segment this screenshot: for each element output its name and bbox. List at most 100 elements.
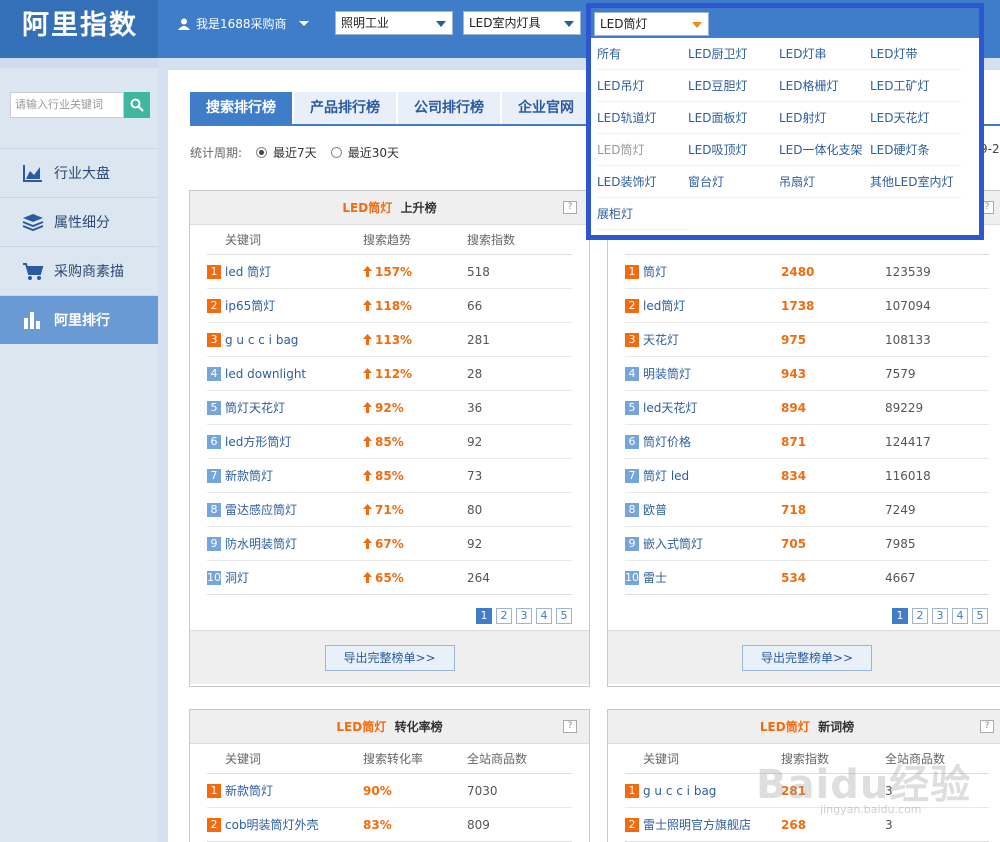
keyword-link[interactable]: led方形筒灯 <box>225 433 291 450</box>
keyword-link[interactable]: 雷士 <box>643 569 667 586</box>
keyword-link[interactable]: g u c c i bag <box>643 784 716 798</box>
count-cell: 7030 <box>467 783 498 798</box>
page-button[interactable]: 1 <box>892 608 908 624</box>
table-row: 8 欧普 718 7249 <box>625 493 989 527</box>
keyword-link[interactable]: cob明装筒灯外壳 <box>225 816 319 833</box>
metric-cell: 943 <box>781 367 885 381</box>
keyword-link[interactable]: 筒灯 led <box>643 467 689 484</box>
export-button[interactable]: 导出完整榜单>> <box>324 644 455 671</box>
keyword-link[interactable]: ip65筒灯 <box>225 297 275 314</box>
keyword-link[interactable]: 明装筒灯 <box>643 365 691 382</box>
keyword-link[interactable]: led筒灯 <box>643 297 685 314</box>
search-button[interactable] <box>124 92 150 118</box>
page-button[interactable]: 3 <box>932 608 948 624</box>
panel-title: 新词榜 <box>818 720 855 734</box>
radio-7days[interactable] <box>256 147 268 158</box>
table-row: 10 雷士 534 4667 <box>625 561 989 595</box>
table-row: 9 防水明装筒灯 67% 92 <box>207 527 572 561</box>
page-button[interactable]: 1 <box>476 608 492 624</box>
sidebar-item-attributes[interactable]: 属性细分 <box>0 197 158 246</box>
metric-value: 67% <box>375 536 404 551</box>
keyword-link[interactable]: led downlight <box>225 367 306 381</box>
keyword-link[interactable]: 筒灯天花灯 <box>225 399 285 416</box>
category-select[interactable]: LED室内灯具 <box>463 11 581 35</box>
sidebar-item-ranking[interactable]: 阿里排行 <box>0 295 158 344</box>
help-icon[interactable]: ? <box>980 720 994 733</box>
search-input[interactable]: 请输入行业关键词 <box>10 92 124 118</box>
page-button[interactable]: 5 <box>556 608 572 624</box>
subcategory-option[interactable]: 其他LED室内灯 <box>870 166 961 198</box>
subcategory-option[interactable]: LED硬灯条 <box>870 134 961 166</box>
page-button[interactable]: 5 <box>972 608 988 624</box>
keyword-link[interactable]: 雷士照明官方旗舰店 <box>643 816 751 833</box>
subcategory-option[interactable]: LED装饰灯 <box>597 166 688 198</box>
keyword-link[interactable]: 天花灯 <box>643 331 679 348</box>
subcategory-option[interactable]: LED轨道灯 <box>597 102 688 134</box>
keyword-link[interactable]: 新款筒灯 <box>225 782 273 799</box>
keyword-link[interactable]: g u c c i bag <box>225 333 298 347</box>
page-button[interactable]: 2 <box>912 608 928 624</box>
subcategory-option[interactable]: LED豆胆灯 <box>688 70 779 102</box>
keyword-cell: 7 筒灯 led <box>625 467 781 484</box>
metric-value: 83% <box>363 817 392 832</box>
radio-7days-label[interactable]: 最近7天 <box>273 144 317 161</box>
keyword-cell: 10 洞灯 <box>207 569 363 586</box>
page-button[interactable]: 3 <box>516 608 532 624</box>
help-icon[interactable]: ? <box>563 201 577 214</box>
subcategory-select[interactable]: LED筒灯 <box>594 12 709 36</box>
subcategory-option[interactable]: 窗台灯 <box>688 166 779 198</box>
metric-value: 834 <box>781 468 807 483</box>
subcategory-option[interactable]: 吊扇灯 <box>779 166 870 198</box>
radio-30days[interactable] <box>330 147 342 158</box>
subcategory-option[interactable]: LED吊灯 <box>597 70 688 102</box>
keyword-link[interactable]: 防水明装筒灯 <box>225 535 297 552</box>
keyword-link[interactable]: 欧普 <box>643 501 667 518</box>
tab-search-ranking[interactable]: 搜索排行榜 <box>190 92 292 124</box>
subcategory-option[interactable]: LED厨卫灯 <box>688 38 779 70</box>
keyword-link[interactable]: 筒灯价格 <box>643 433 691 450</box>
keyword-link[interactable]: led 筒灯 <box>225 263 271 280</box>
help-icon[interactable]: ? <box>563 720 577 733</box>
metric-cell: 85% <box>363 469 467 483</box>
tab-company-website[interactable]: 企业官网 <box>502 92 590 124</box>
metric-cell: 718 <box>781 503 885 517</box>
subcategory-option[interactable]: LED灯串 <box>779 38 870 70</box>
page-button[interactable]: 4 <box>536 608 552 624</box>
subcategory-option[interactable]: LED面板灯 <box>688 102 779 134</box>
keyword-link[interactable]: 筒灯 <box>643 263 667 280</box>
subcategory-option[interactable]: LED吸顶灯 <box>688 134 779 166</box>
metric-cell: 90% <box>363 784 467 798</box>
keyword-cell: 4 明装筒灯 <box>625 365 781 382</box>
subcategory-option[interactable]: LED格栅灯 <box>779 70 870 102</box>
sidebar-item-industry[interactable]: 行业大盘 <box>0 148 158 197</box>
new-words-panel: LED筒灯 新词榜 ? 关键词 搜索指数 全站商品数 1 g u c c i ba… <box>607 709 1000 842</box>
export-button[interactable]: 导出完整榜单>> <box>742 644 872 671</box>
keyword-link[interactable]: 雷达感应筒灯 <box>225 501 297 518</box>
keyword-link[interactable]: 新款筒灯 <box>225 467 273 484</box>
subcategory-option[interactable]: 所有 <box>597 38 688 70</box>
subcategory-option[interactable]: LED射灯 <box>779 102 870 134</box>
keyword-link[interactable]: 嵌入式筒灯 <box>643 535 703 552</box>
keyword-cell: 1 g u c c i bag <box>625 783 781 798</box>
sidebar-item-buyers[interactable]: 采购商素描 <box>0 246 158 295</box>
industry-select[interactable]: 照明工业 <box>335 11 453 35</box>
page-button[interactable]: 2 <box>496 608 512 624</box>
tab-product-ranking[interactable]: 产品排行榜 <box>294 92 396 124</box>
subcategory-option[interactable]: 展柜灯 <box>597 198 688 230</box>
subcategory-option[interactable]: LED灯带 <box>870 38 961 70</box>
subcategory-option[interactable]: LED筒灯 <box>597 134 688 166</box>
tab-company-ranking[interactable]: 公司排行榜 <box>398 92 500 124</box>
subcategory-option[interactable]: LED工矿灯 <box>870 70 961 102</box>
column-header: 关键词 <box>643 752 680 766</box>
metric-value: 1738 <box>781 298 815 313</box>
logo[interactable]: 阿里指数 <box>0 0 158 58</box>
keyword-link[interactable]: led天花灯 <box>643 399 697 416</box>
subcategory-option[interactable]: LED天花灯 <box>870 102 961 134</box>
user-menu[interactable]: 我是1688采购商 <box>178 15 309 32</box>
subcategory-option[interactable]: LED一体化支架 <box>779 134 870 166</box>
keyword-link[interactable]: 洞灯 <box>225 569 249 586</box>
page-button[interactable]: 4 <box>952 608 968 624</box>
rank-badge: 8 <box>207 502 221 517</box>
radio-30days-label[interactable]: 最近30天 <box>348 144 399 161</box>
rank-badge: 1 <box>625 264 639 279</box>
